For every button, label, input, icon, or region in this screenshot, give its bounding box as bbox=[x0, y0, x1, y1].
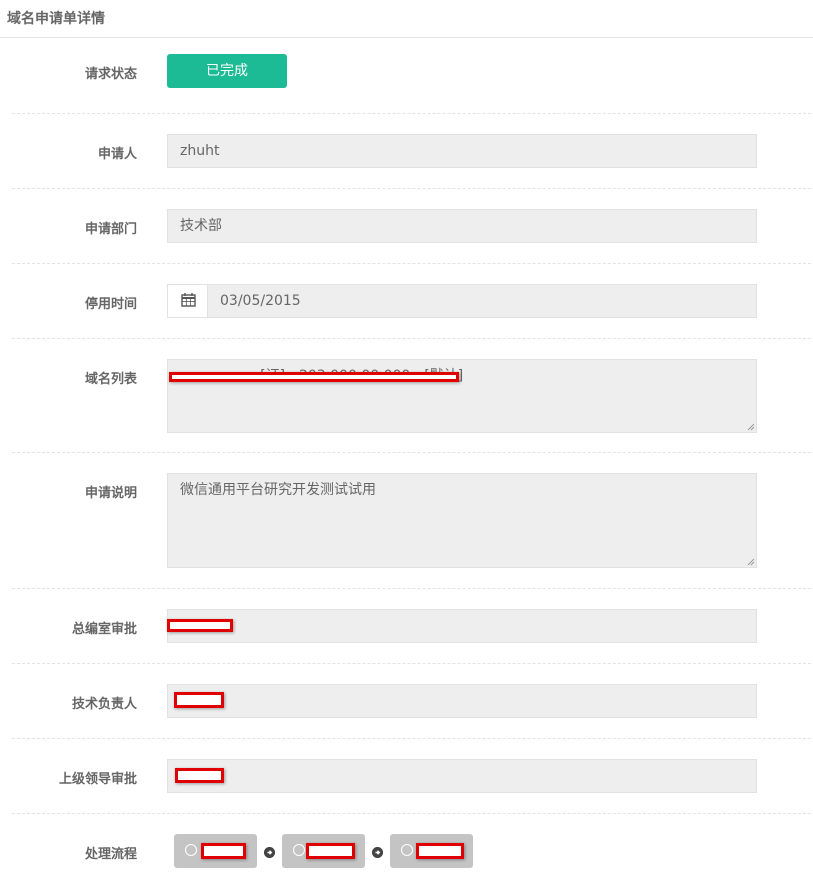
redaction-mark bbox=[174, 692, 224, 708]
redaction-mark bbox=[416, 843, 464, 859]
description-label: 申请说明 bbox=[84, 486, 137, 501]
domain-list-label: 域名列表 bbox=[84, 372, 137, 387]
stop-time-label: 停用时间 bbox=[84, 297, 137, 312]
resize-grip-icon[interactable] bbox=[747, 423, 755, 431]
applicant-row: 申请人 zhuht bbox=[12, 114, 811, 189]
process-label: 处理流程 bbox=[84, 847, 137, 862]
process-step-3[interactable] bbox=[390, 834, 473, 868]
redaction-mark bbox=[306, 843, 355, 859]
description-row: 申请说明 微信通用平台研究开发测试试用 bbox=[12, 453, 811, 589]
arrow-right-circle-icon bbox=[264, 847, 275, 858]
department-field[interactable]: 技术部 bbox=[167, 209, 757, 243]
stop-time-date-group: 03/05/2015 bbox=[167, 284, 757, 318]
check-circle-icon bbox=[293, 844, 305, 856]
page-title: 域名申请单详情 bbox=[7, 11, 105, 27]
check-circle-icon bbox=[185, 844, 197, 856]
check-circle-icon bbox=[401, 844, 413, 856]
leader-approval-row: 上级领导审批 bbox=[12, 739, 811, 814]
applicant-field[interactable]: zhuht bbox=[167, 134, 757, 168]
page-header: 域名申请单详情 bbox=[0, 0, 813, 38]
process-step-1[interactable] bbox=[174, 834, 257, 868]
editor-approval-label: 总编室审批 bbox=[71, 622, 137, 637]
applicant-label: 申请人 bbox=[97, 147, 137, 162]
status-button[interactable]: 已完成 bbox=[167, 54, 287, 88]
description-textarea[interactable]: 微信通用平台研究开发测试试用 bbox=[167, 473, 757, 568]
department-row: 申请部门 技术部 bbox=[12, 189, 811, 264]
arrow-right-circle-icon bbox=[372, 847, 383, 858]
redaction-mark bbox=[201, 843, 246, 859]
editor-approval-field[interactable] bbox=[167, 609, 757, 643]
tech-lead-row: 技术负责人 bbox=[12, 664, 811, 739]
leader-approval-label: 上级领导审批 bbox=[58, 772, 137, 787]
resize-grip-icon[interactable] bbox=[747, 558, 755, 566]
stop-time-input[interactable]: 03/05/2015 bbox=[208, 285, 756, 317]
domain-list-row: 域名列表 [证] - 203.000.00.000 - [默认] bbox=[12, 339, 811, 453]
status-row: 请求状态 已完成 bbox=[12, 39, 811, 114]
process-row: 处理流程 bbox=[12, 814, 811, 880]
domain-list-textarea[interactable]: [证] - 203.000.00.000 - [默认] bbox=[167, 359, 757, 433]
description-text: 微信通用平台研究开发测试试用 bbox=[180, 482, 376, 498]
tech-lead-label: 技术负责人 bbox=[71, 697, 137, 712]
calendar-icon[interactable] bbox=[168, 285, 208, 317]
editor-approval-row: 总编室审批 bbox=[12, 589, 811, 664]
department-label: 申请部门 bbox=[84, 222, 137, 237]
redaction-mark bbox=[167, 619, 233, 632]
stop-time-row: 停用时间 03/05/2015 bbox=[12, 264, 811, 339]
status-label: 请求状态 bbox=[84, 67, 137, 82]
process-step-2[interactable] bbox=[282, 834, 365, 868]
redaction-mark bbox=[169, 372, 459, 382]
redaction-mark bbox=[175, 768, 224, 783]
tech-lead-field[interactable] bbox=[167, 684, 757, 718]
leader-approval-field[interactable] bbox=[167, 759, 757, 793]
